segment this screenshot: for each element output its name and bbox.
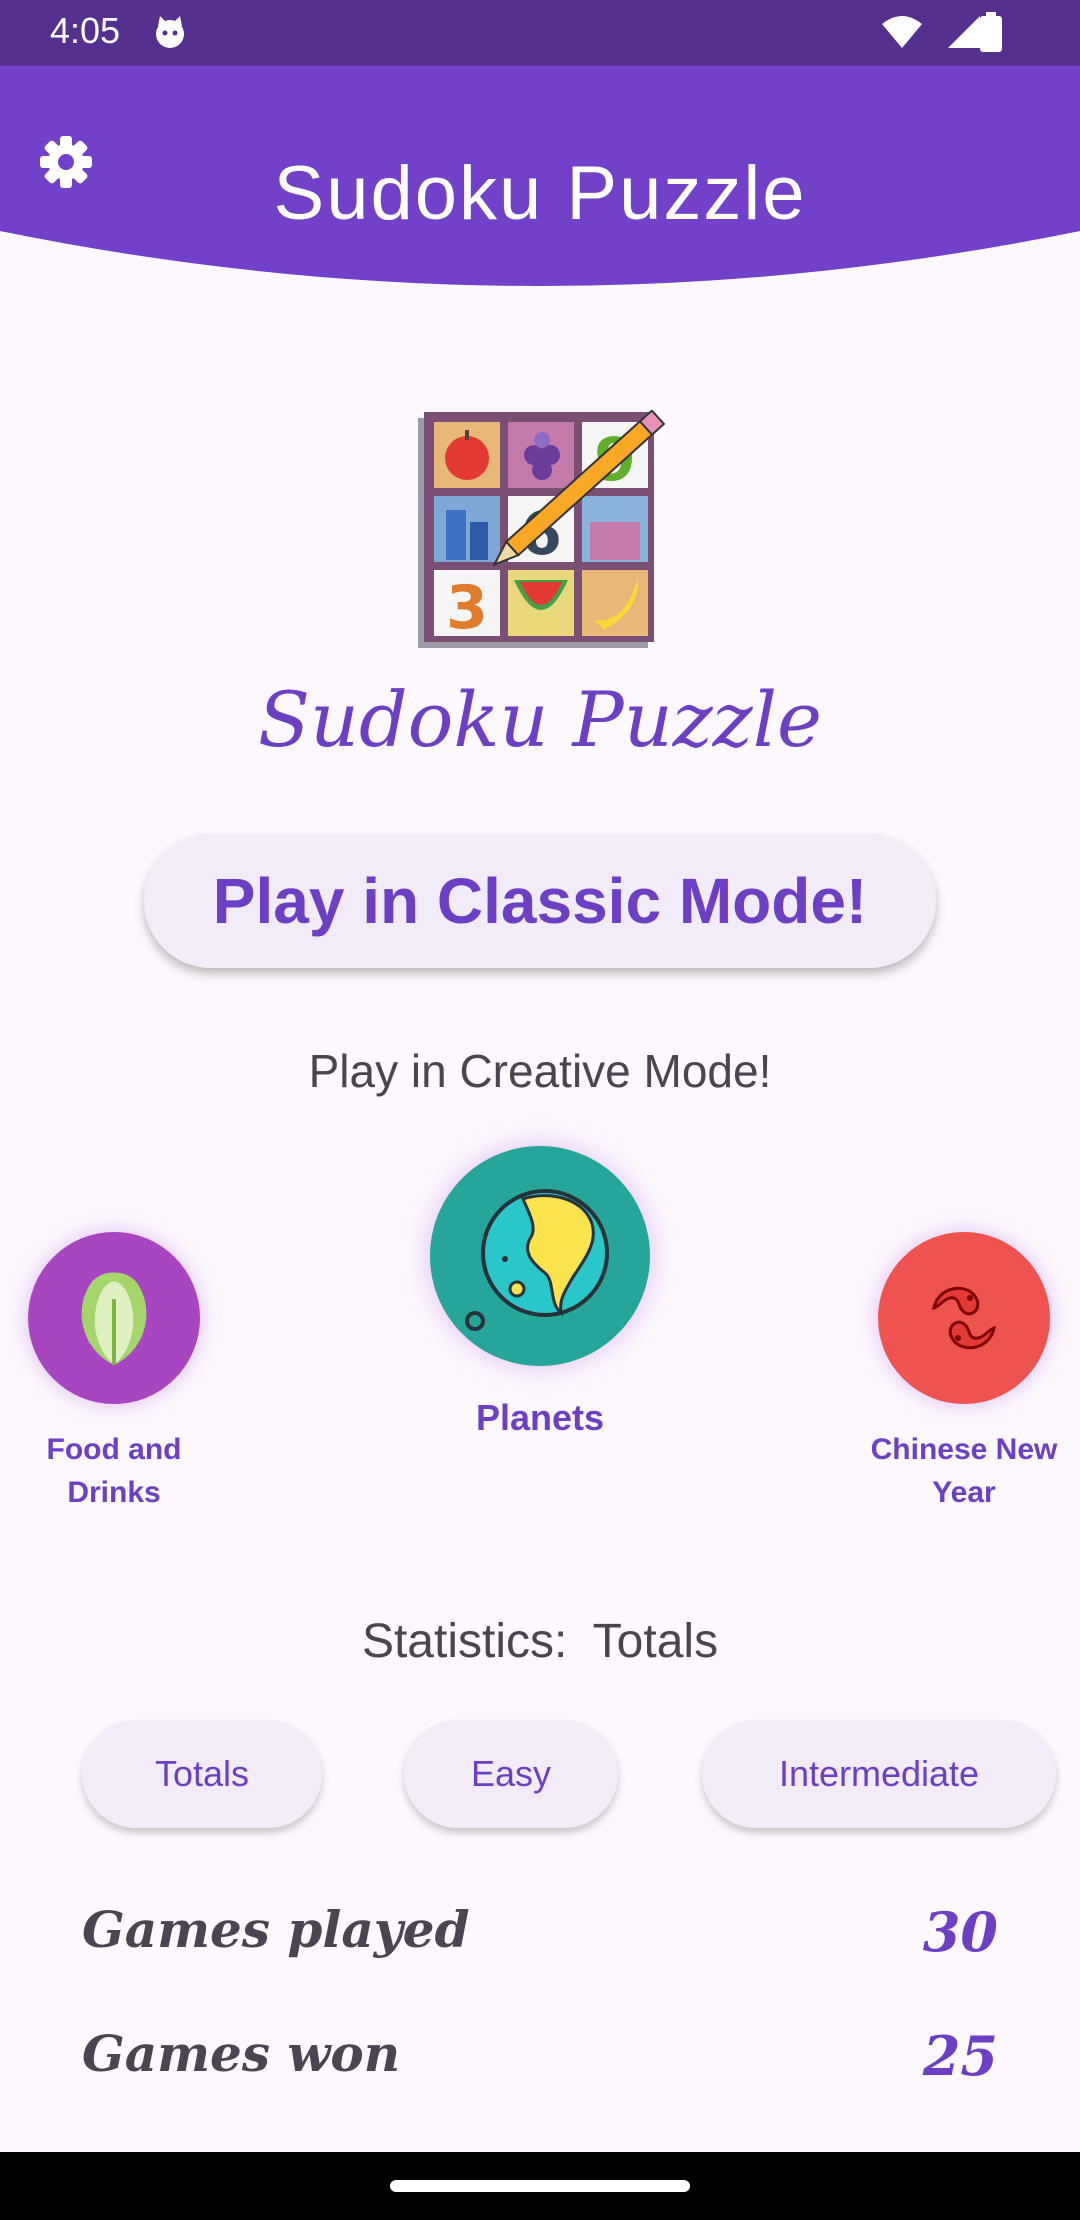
theme-food-and-drinks[interactable]: Food and Drinks	[14, 1232, 214, 1514]
theme-planets[interactable]: Planets	[390, 1146, 690, 1439]
svg-text:3: 3	[446, 573, 488, 643]
statistics-label: Statistics:	[361, 1615, 568, 1668]
sudoku-logo: 9 6 3	[418, 410, 666, 648]
stat-row-games-won: Games won 25	[82, 2024, 998, 2104]
wifi-icon	[882, 16, 922, 48]
theme-planets-circle[interactable]	[430, 1146, 650, 1366]
theme-food-circle[interactable]	[28, 1232, 200, 1404]
theme-food-label: Food and Drinks	[46, 1433, 182, 1509]
theme-cny-label: Chinese New Year	[870, 1433, 1058, 1509]
cat-notification-icon	[156, 16, 184, 48]
logo-title: Sudoku Puzzle	[257, 675, 823, 764]
koi-fish-icon	[932, 1286, 996, 1350]
app-header: Sudoku Puzzle	[0, 66, 1080, 300]
stats-tab-totals[interactable]: Totals	[82, 1720, 322, 1828]
battery-icon	[980, 12, 1002, 52]
stats-tab-easy[interactable]: Easy	[404, 1720, 618, 1828]
status-time: 4:05	[50, 10, 121, 51]
stat-row-games-played: Games played 30	[82, 1900, 998, 1980]
theme-chinese-new-year[interactable]: Chinese New Year	[864, 1232, 1064, 1514]
stats-tab-intermediate[interactable]: Intermediate	[702, 1720, 1056, 1828]
app-title: Sudoku Puzzle	[273, 151, 807, 236]
navigation-bar	[0, 2152, 1080, 2220]
status-bar: 4:05	[0, 0, 1080, 66]
stat-name: Games played	[82, 1900, 470, 1959]
creative-mode-label: Play in Creative Mode!	[308, 1045, 772, 1097]
planet-icon	[465, 1189, 609, 1331]
lettuce-icon	[81, 1272, 147, 1365]
signal-icon	[948, 16, 980, 48]
stat-name: Games won	[82, 2024, 401, 2083]
statistics-heading: Statistics: Totals	[0, 1614, 1080, 1669]
stat-value: 25	[922, 2024, 998, 2088]
statistics-selected: Totals	[592, 1615, 719, 1668]
theme-planets-label: Planets	[475, 1397, 605, 1438]
stat-value: 30	[922, 1900, 998, 1964]
home-gesture-handle[interactable]	[390, 2180, 690, 2192]
theme-cny-circle[interactable]	[878, 1232, 1050, 1404]
play-classic-button[interactable]: Play in Classic Mode!	[144, 834, 936, 968]
